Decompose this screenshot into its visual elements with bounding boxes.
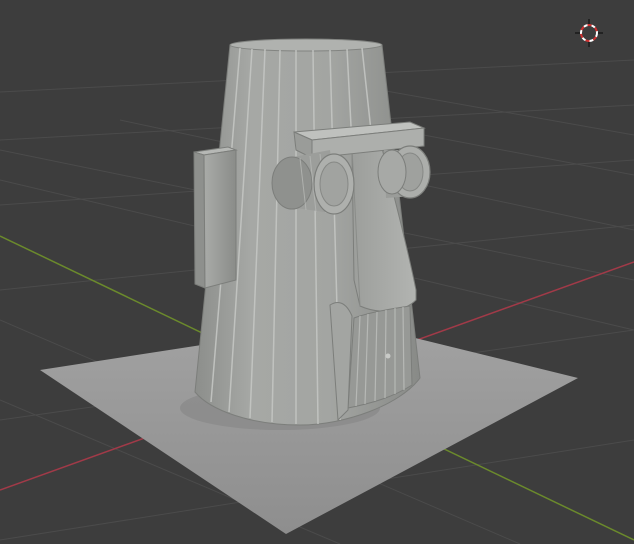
right-eye [377,145,431,199]
3d-cursor-icon[interactable] [575,19,603,47]
left-ear [193,146,238,289]
house-top [229,38,383,52]
viewport-canvas[interactable] [0,0,634,544]
house-model[interactable] [193,38,431,426]
left-eye [271,150,355,215]
3d-viewport[interactable] [0,0,634,544]
door-knob [385,353,391,359]
